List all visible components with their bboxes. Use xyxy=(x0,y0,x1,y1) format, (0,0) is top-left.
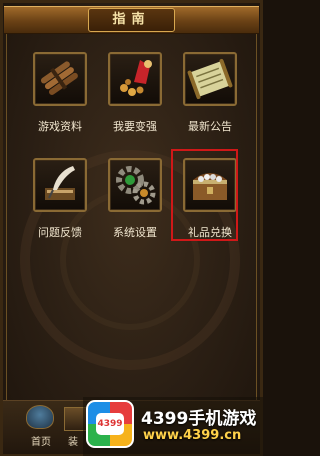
gears-icon xyxy=(108,158,162,212)
menu-item-label: 问题反馈 xyxy=(38,226,82,239)
menu-item-game-info[interactable]: 游戏资料 xyxy=(27,52,93,138)
bundle-of-scrolls-icon xyxy=(33,52,87,106)
page-title: 指南 xyxy=(88,8,175,32)
watermark-title: 4399手机游戏 xyxy=(141,409,257,429)
menu-item-announcements[interactable]: 最新公告 xyxy=(177,52,243,138)
menu-item-get-stronger[interactable]: 我要变强 xyxy=(102,52,168,138)
notice-scroll-icon xyxy=(183,52,237,106)
home-label[interactable]: 首页 xyxy=(26,433,56,448)
selection-highlight xyxy=(171,149,238,241)
equipment-label[interactable]: 装 xyxy=(68,433,78,448)
potion-bag-icon xyxy=(108,52,162,106)
watermark-url: www.4399.cn xyxy=(143,428,242,443)
menu-item-label: 游戏资料 xyxy=(38,120,82,133)
watermark-logo-text: 4399 xyxy=(96,413,124,435)
menu-item-settings[interactable]: 系统设置 xyxy=(102,158,168,244)
menu-item-label: 我要变强 xyxy=(113,120,157,133)
home-icon[interactable] xyxy=(26,405,54,429)
quill-feather-icon xyxy=(33,158,87,212)
menu-item-feedback[interactable]: 问题反馈 xyxy=(27,158,93,244)
menu-item-label: 系统设置 xyxy=(113,226,157,239)
menu-item-label: 最新公告 xyxy=(188,120,232,133)
